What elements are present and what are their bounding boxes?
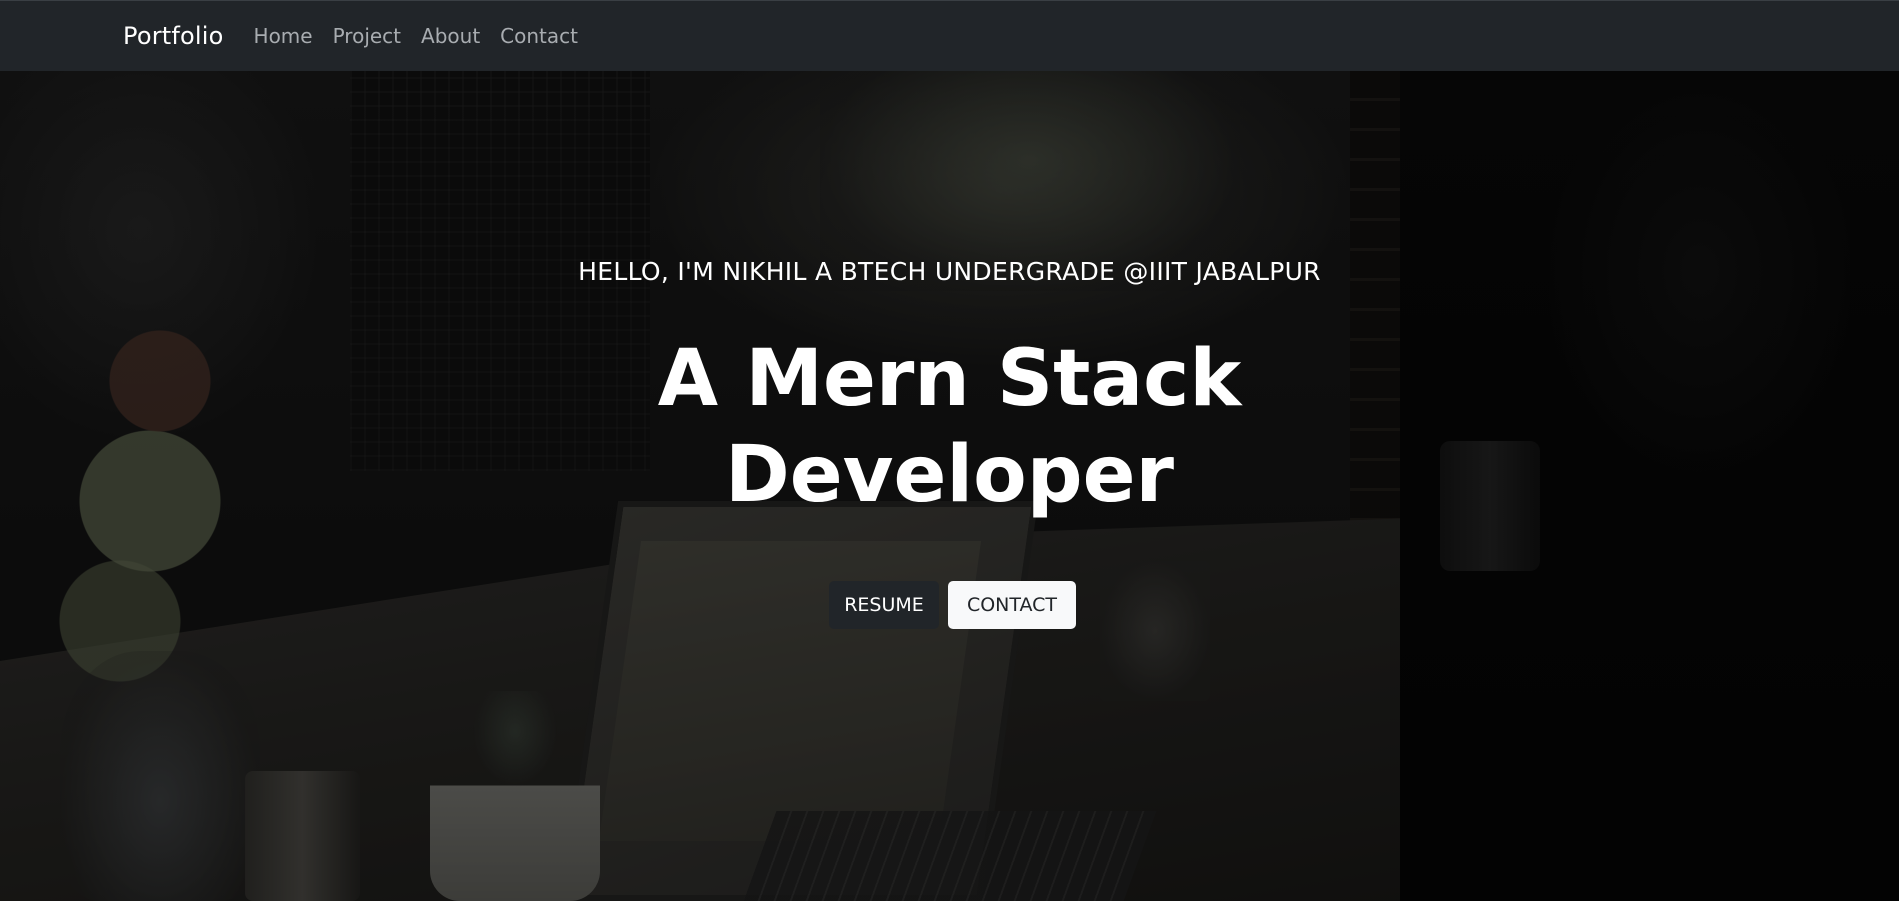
- nav-link-project[interactable]: Project: [333, 24, 401, 48]
- resume-button[interactable]: RESUME: [829, 581, 939, 629]
- brand-link[interactable]: Portfolio: [123, 22, 224, 50]
- hero-headline-line-1: A Mern Stack: [657, 334, 1242, 424]
- contact-button[interactable]: CONTACT: [948, 581, 1076, 629]
- hero-headline: A Mern Stack Developer: [0, 331, 1899, 523]
- navbar: Portfolio Home Project About Contact: [0, 0, 1899, 71]
- hero-headline-line-2: Developer: [725, 430, 1174, 520]
- nav-link-about[interactable]: About: [421, 24, 480, 48]
- hero-tagline: HELLO, I'M NIKHIL A BTECH UNDERGRADE @II…: [578, 257, 1321, 286]
- hero-section: HELLO, I'M NIKHIL A BTECH UNDERGRADE @II…: [0, 71, 1899, 901]
- nav-links: Home Project About Contact: [254, 24, 578, 48]
- page: Portfolio Home Project About Contact HEL…: [0, 0, 1899, 901]
- nav-link-home[interactable]: Home: [254, 24, 313, 48]
- nav-link-contact[interactable]: Contact: [500, 24, 578, 48]
- hero-buttons: RESUME CONTACT: [0, 581, 1899, 629]
